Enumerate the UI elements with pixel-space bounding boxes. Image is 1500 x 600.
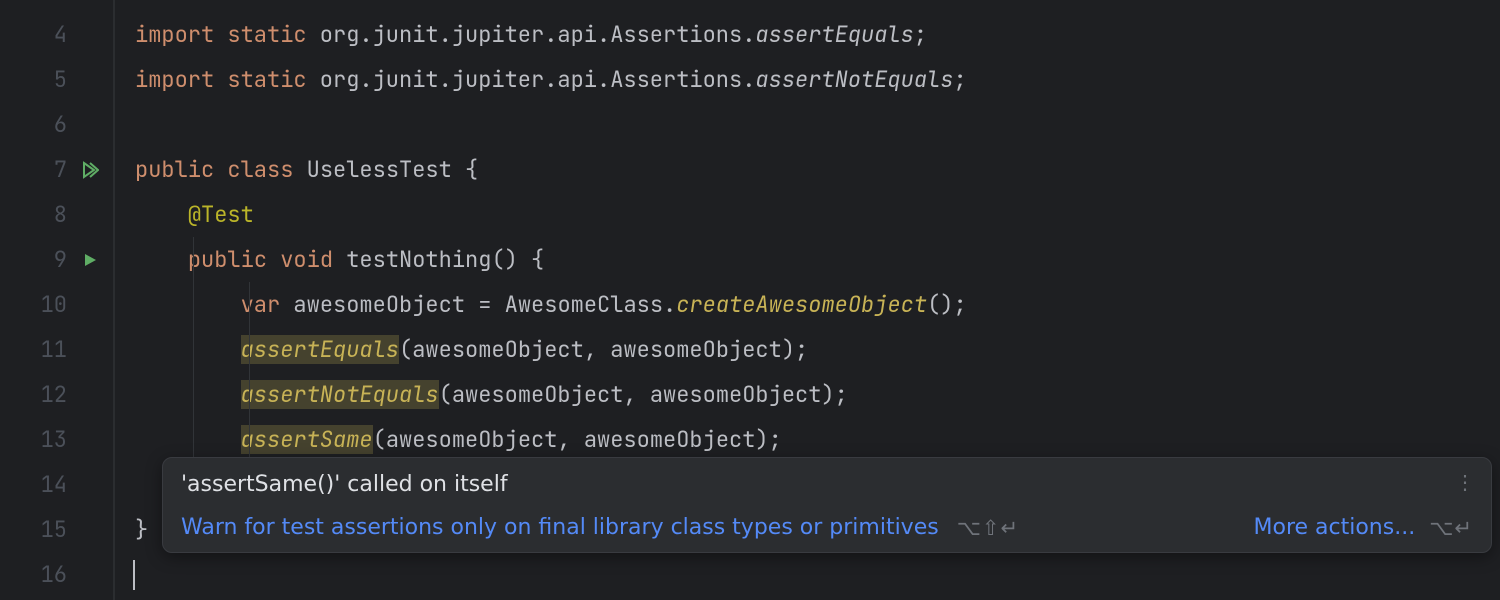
keyword: static [227,65,306,94]
punct: (); [927,290,967,319]
method-name: testNothing [333,245,491,274]
line-number: 11 [17,335,67,364]
punct: ; [953,65,966,94]
more-actions-link[interactable]: More actions... [1254,515,1416,540]
code-line[interactable]: assertNotEquals(awesomeObject, awesomeOb… [135,372,1500,417]
indent-guide [249,372,250,417]
code-line[interactable]: var awesomeObject = AwesomeClass.createA… [135,282,1500,327]
punct: () [491,245,531,274]
punct: } [135,515,148,544]
gutter-row[interactable]: 5 [0,57,115,102]
punct: ; [914,20,927,49]
package-path: org.junit.jupiter.api.Assertions. [307,65,756,94]
args: (awesomeObject, awesomeObject); [399,335,808,364]
gutter-row[interactable]: 9 [0,237,115,282]
quickfix-link[interactable]: Warn for test assertions only on final l… [181,515,939,540]
inspection-title: 'assertSame()' called on itself [181,472,1473,497]
shortcut-hint: ⌥⇧↵ [957,516,1019,540]
code-line[interactable]: assertSame(awesomeObject, awesomeObject)… [135,417,1500,462]
gutter-row[interactable]: 15 [0,507,115,552]
line-number: 4 [17,20,67,49]
keyword: void [280,245,333,274]
tooltip-actions: Warn for test assertions only on final l… [181,515,1473,540]
inspection-tooltip: ⋮ 'assertSame()' called on itself Warn f… [162,457,1492,553]
warning-method-call: assertEquals [241,335,399,364]
indent-guide [193,282,194,327]
indent-guide [249,417,250,462]
imported-method: assertEquals [755,20,913,49]
keyword: public [135,155,214,184]
line-number: 12 [17,380,67,409]
code-line[interactable]: import static org.junit.jupiter.api.Asse… [135,12,1500,57]
gutter-row[interactable]: 6 [0,102,115,147]
line-number: 9 [17,245,67,274]
line-number: 13 [17,425,67,454]
gutter-row[interactable]: 4 [0,12,115,57]
punct: { [465,155,478,184]
indent-guide [193,327,194,372]
gutter-row[interactable]: 8 [0,192,115,237]
args: (awesomeObject, awesomeObject); [439,380,848,409]
gutter: 4 5 6 7 8 9 10 11 12 13 14 15 16 [0,0,115,600]
code-line[interactable]: public class UselessTest { [135,147,1500,192]
identifier: awesomeObject [280,290,478,319]
punct: = [478,290,491,319]
warning-method-call: assertSame [241,425,373,454]
line-number: 7 [17,155,67,184]
gutter-row[interactable]: 11 [0,327,115,372]
imported-method: assertNotEquals [755,65,953,94]
line-number: 5 [17,65,67,94]
punct: { [531,245,544,274]
warning-method-call: assertNotEquals [241,380,439,409]
gutter-row[interactable]: 13 [0,417,115,462]
code-line[interactable]: public void testNothing() { [135,237,1500,282]
code-line[interactable] [135,552,1500,597]
keyword: var [241,290,281,319]
indent-guide [193,417,194,462]
code-line[interactable]: assertEquals(awesomeObject, awesomeObjec… [135,327,1500,372]
keyword: static [227,20,306,49]
package-path: org.junit.jupiter.api.Assertions. [307,20,756,49]
keyword: public [188,245,267,274]
shortcut-hint: ⌥↵ [1429,516,1473,540]
annotation: @Test [188,200,254,229]
gutter-row[interactable]: 7 [0,147,115,192]
gutter-row[interactable]: 10 [0,282,115,327]
line-number: 16 [17,560,67,589]
line-number: 6 [17,110,67,139]
run-class-icon[interactable] [75,161,105,179]
gutter-row[interactable]: 16 [0,552,115,597]
line-number: 14 [17,470,67,499]
run-test-icon[interactable] [75,252,105,268]
more-vertical-icon[interactable]: ⋮ [1455,472,1475,492]
indent-guide [249,282,250,327]
method-call: createAwesomeObject [676,290,927,319]
line-number: 8 [17,200,67,229]
keyword: import [135,20,214,49]
keyword: import [135,65,214,94]
code-line[interactable]: import static org.junit.jupiter.api.Asse… [135,57,1500,102]
indent-guide [249,327,250,372]
indent-guide [193,372,194,417]
gutter-row[interactable]: 12 [0,372,115,417]
line-number: 10 [17,290,67,319]
code-line[interactable] [135,102,1500,147]
text-cursor [133,560,135,590]
code-line[interactable]: @Test [135,192,1500,237]
args: (awesomeObject, awesomeObject); [373,425,782,454]
keyword: class [227,155,293,184]
indent-guide [193,237,194,282]
class-name: UselessTest [293,155,465,184]
gutter-row[interactable]: 14 [0,462,115,507]
class-ref: AwesomeClass. [491,290,676,319]
line-number: 15 [17,515,67,544]
